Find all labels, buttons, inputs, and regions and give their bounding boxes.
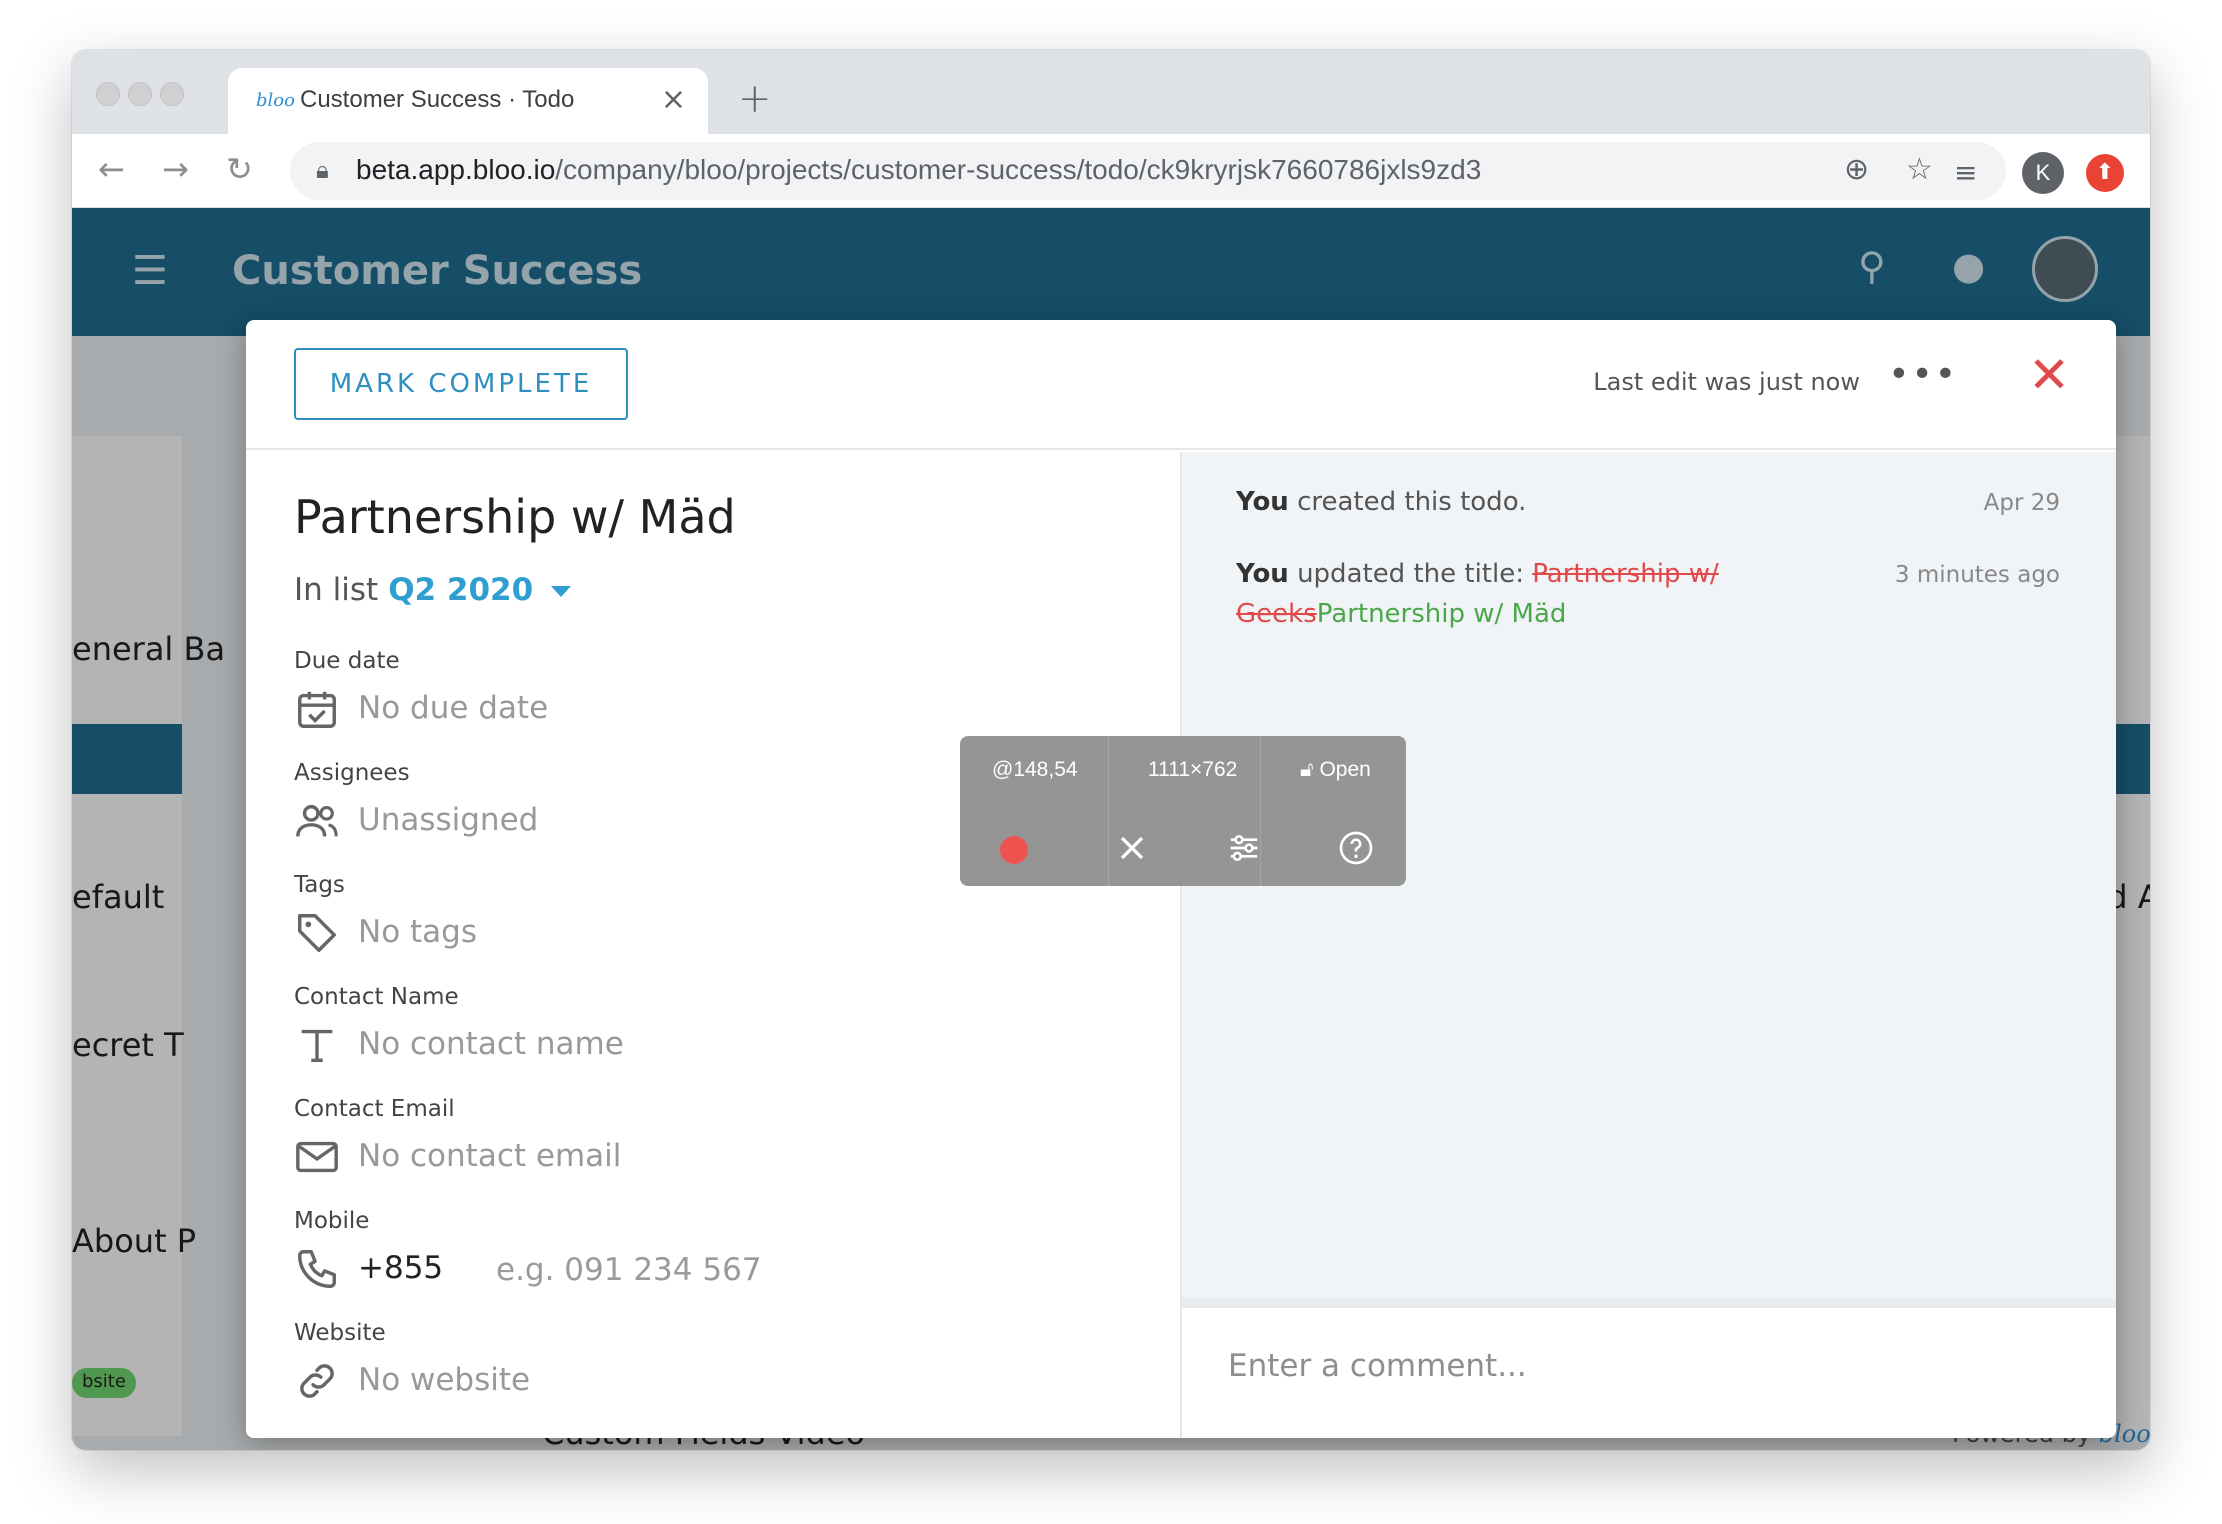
forward-arrow-icon[interactable]: → (162, 150, 189, 188)
contact-name-label: Contact Name (294, 984, 459, 1010)
last-edit-status: Last edit was just now (1593, 368, 1860, 396)
back-arrow-icon[interactable]: ← (98, 150, 125, 188)
sliders-icon[interactable] (1224, 828, 1264, 868)
tags-label: Tags (294, 872, 345, 898)
list-name[interactable]: Q2 2020 (388, 572, 533, 608)
lock-icon: 🔒︎ (316, 156, 329, 184)
phone-icon (298, 1250, 336, 1288)
text-t-icon (301, 1029, 333, 1063)
contact-name-value[interactable]: No contact name (358, 1026, 624, 1062)
due-date-value[interactable]: No due date (358, 690, 548, 726)
window-minimize-button[interactable] (128, 82, 152, 106)
more-horizontal-icon[interactable]: ••• (1888, 354, 1958, 395)
todo-title[interactable]: Partnership w/ Mäd (294, 490, 736, 544)
browser-tab[interactable]: bloo Customer Success · Todo × (228, 68, 708, 134)
update-icon[interactable]: ⬆ (2086, 154, 2124, 192)
activity-item: You updated the title: Partnership w/Gee… (1236, 559, 1719, 629)
activity-item: You created this todo. (1236, 487, 1527, 517)
media-queue-icon[interactable]: ≡ (1954, 156, 1977, 189)
assignees-label: Assignees (294, 760, 410, 786)
in-list-label: In list (294, 572, 379, 608)
website-value[interactable]: No website (358, 1362, 530, 1398)
activity-time: 3 minutes ago (1894, 562, 2060, 588)
cancel-capture-icon[interactable] (1112, 828, 1152, 868)
capture-size: 1111×762 (1148, 758, 1238, 781)
comment-box (1182, 1298, 2116, 1438)
activity-time: Apr 29 (1983, 490, 2060, 516)
tab-close-icon[interactable]: × (661, 82, 686, 117)
activity-pane: You created this todo. Apr 29 You update… (1180, 452, 2116, 1438)
modal-header: MARK COMPLETE Last edit was just now •••… (246, 320, 2116, 450)
envelope-icon (296, 1141, 338, 1173)
calendar-check-icon (298, 691, 336, 728)
country-code[interactable]: +855 (358, 1250, 443, 1286)
url-text: beta.app.bloo.io/company/bloo/projects/c… (356, 154, 1482, 185)
new-tab-button[interactable]: + (738, 76, 772, 122)
list-selector[interactable]: In list Q2 2020 (294, 572, 572, 608)
due-date-label: Due date (294, 648, 400, 674)
close-icon[interactable]: ✕ (2028, 346, 2070, 404)
screen-capture-toolbar: @148,54 1111×762 🔓︎ Open (960, 736, 1406, 886)
caret-down-icon[interactable] (551, 586, 572, 597)
reload-icon[interactable]: ↻ (226, 150, 253, 188)
favicon-icon: bloo (256, 90, 295, 111)
window-zoom-button[interactable] (160, 82, 184, 106)
address-bar[interactable]: 🔒︎ beta.app.bloo.io/company/bloo/project… (290, 142, 2006, 200)
people-icon (296, 804, 338, 837)
profile-avatar[interactable]: K (2022, 152, 2064, 194)
comment-input[interactable] (1228, 1334, 2068, 1398)
mobile-label: Mobile (294, 1208, 370, 1234)
assignees-value[interactable]: Unassigned (358, 802, 538, 838)
install-icon[interactable]: ⊕ (1844, 152, 1869, 187)
mark-complete-button[interactable]: MARK COMPLETE (294, 348, 628, 420)
tag-icon (298, 914, 336, 952)
todo-details: Partnership w/ Mäd In list Q2 2020 Due da… (246, 452, 1180, 1438)
bookmark-star-icon[interactable]: ☆ (1906, 152, 1933, 187)
capture-lock[interactable]: 🔓︎ Open (1300, 758, 1371, 782)
browser-window: bloo Customer Success · Todo × + ← → ↻ 🔒… (72, 50, 2150, 1450)
help-icon[interactable] (1336, 828, 1376, 868)
capture-position: @148,54 (992, 758, 1078, 781)
record-button[interactable] (1000, 836, 1028, 864)
mobile-input[interactable] (496, 1248, 876, 1292)
browser-toolbar: ← → ↻ 🔒︎ beta.app.bloo.io/company/bloo/p… (72, 134, 2150, 208)
website-label: Website (294, 1320, 386, 1346)
window-close-button[interactable] (96, 82, 120, 106)
tags-value[interactable]: No tags (358, 914, 477, 950)
contact-email-value[interactable]: No contact email (358, 1138, 621, 1174)
tab-title: Customer Success · Todo (300, 86, 575, 113)
link-icon (300, 1364, 334, 1398)
divider (1108, 736, 1109, 886)
tab-strip: bloo Customer Success · Todo × + (72, 50, 2150, 134)
contact-email-label: Contact Email (294, 1096, 455, 1122)
